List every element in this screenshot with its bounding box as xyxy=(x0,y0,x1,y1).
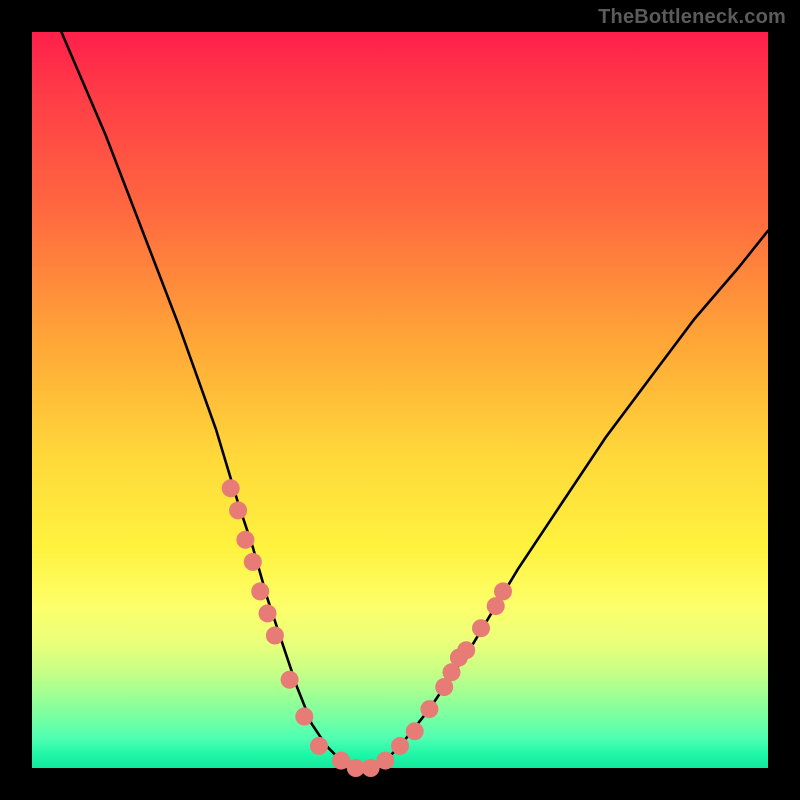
chart-frame: TheBottleneck.com xyxy=(0,0,800,800)
chart-marker-dot xyxy=(391,737,409,755)
chart-curve xyxy=(61,32,768,768)
chart-marker-dot xyxy=(222,479,240,497)
chart-marker-dot xyxy=(420,700,438,718)
chart-marker-dot xyxy=(281,671,299,689)
chart-plot-area xyxy=(32,32,768,768)
chart-marker-dot xyxy=(229,501,247,519)
chart-marker-dot xyxy=(457,641,475,659)
chart-markers xyxy=(222,479,512,777)
chart-marker-dot xyxy=(244,553,262,571)
chart-marker-dot xyxy=(266,627,284,645)
chart-marker-dot xyxy=(251,582,269,600)
chart-marker-dot xyxy=(406,722,424,740)
chart-marker-dot xyxy=(295,708,313,726)
chart-svg xyxy=(32,32,768,768)
watermark-text: TheBottleneck.com xyxy=(598,6,786,29)
chart-marker-dot xyxy=(376,752,394,770)
chart-marker-dot xyxy=(310,737,328,755)
chart-marker-dot xyxy=(472,619,490,637)
chart-marker-dot xyxy=(259,604,277,622)
chart-marker-dot xyxy=(236,531,254,549)
chart-marker-dot xyxy=(494,582,512,600)
